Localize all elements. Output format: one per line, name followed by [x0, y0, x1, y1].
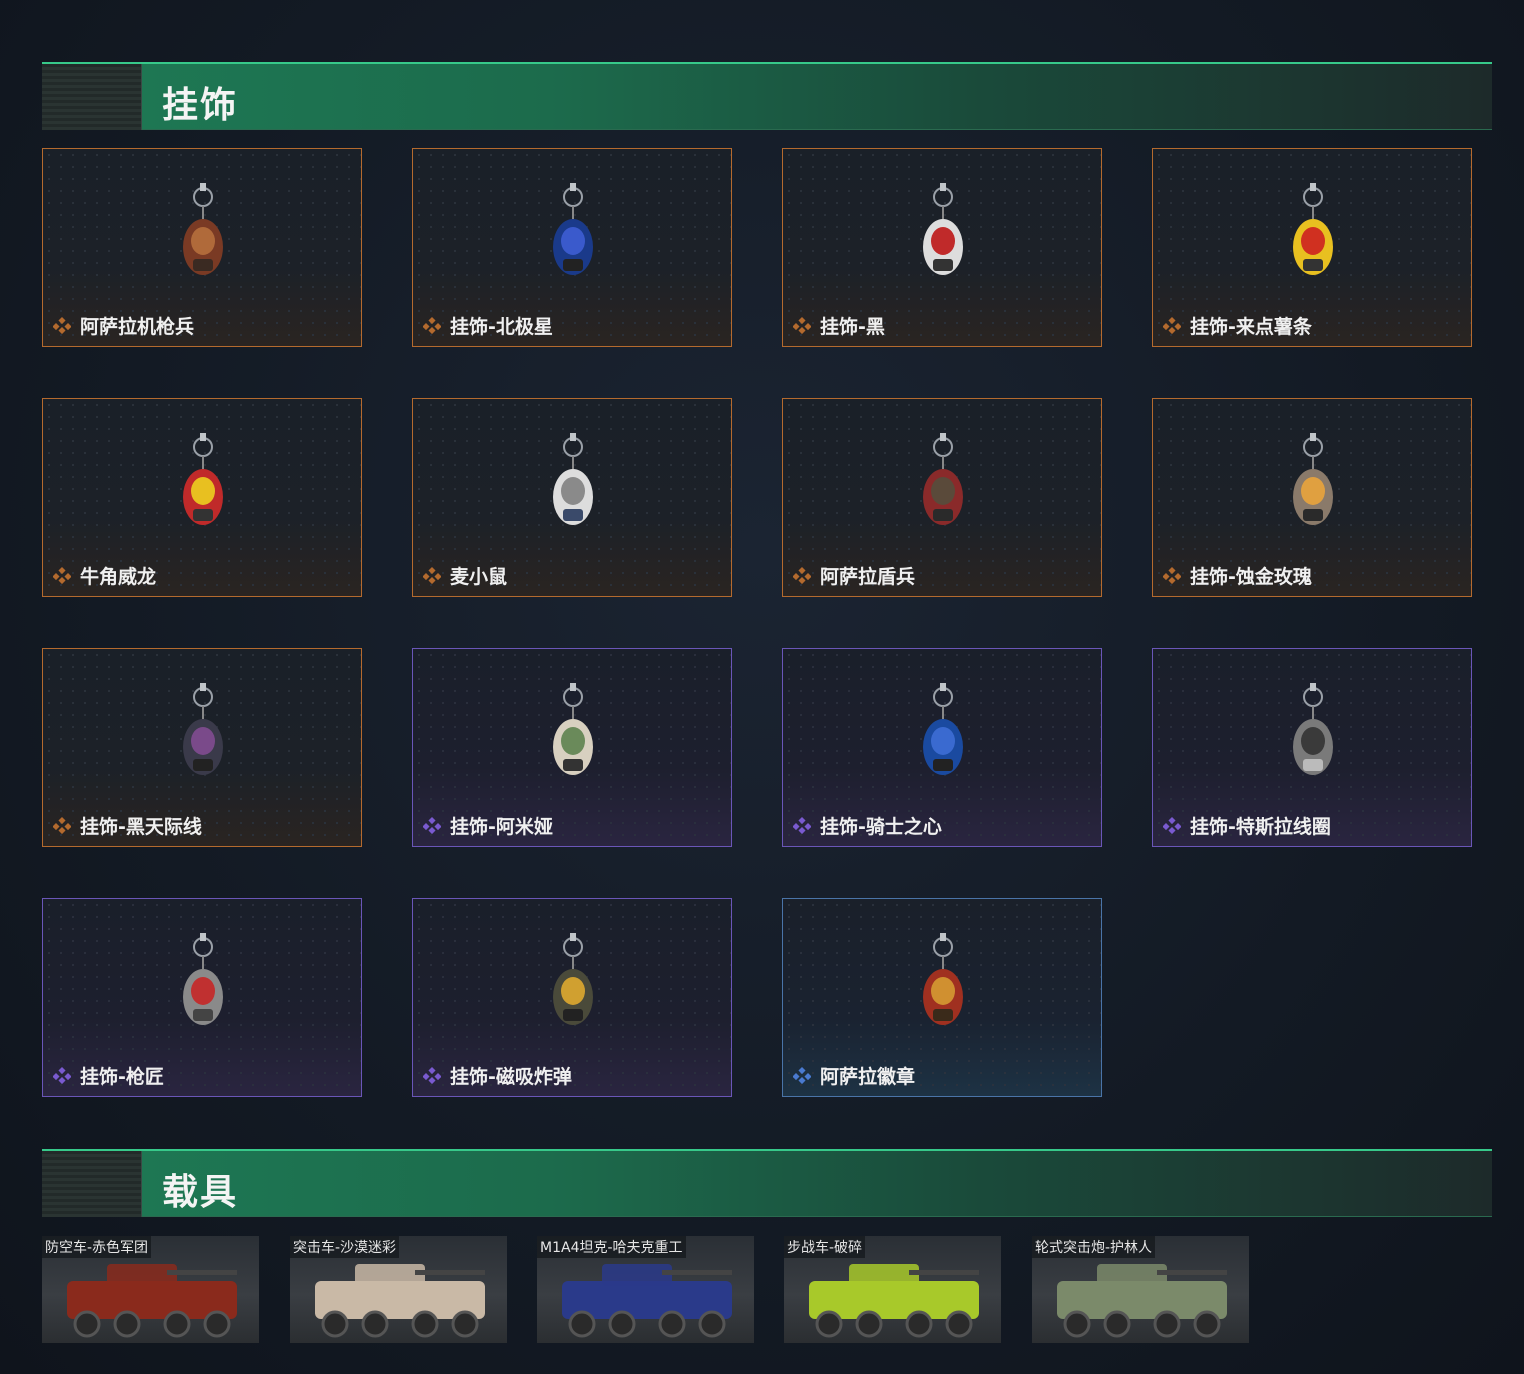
section-header-pendants: 挂饰 [42, 62, 1492, 130]
pendant-card[interactable]: 麦小鼠 [412, 398, 732, 597]
pendant-card[interactable]: 挂饰-蚀金玫瑰 [1152, 398, 1472, 597]
knight-heart-charm-icon [903, 679, 983, 794]
rarity-diamond-icon [792, 1066, 812, 1085]
pendant-card[interactable]: 挂饰-黑天际线 [42, 648, 362, 847]
rarity-diamond-icon [792, 816, 812, 835]
vehicle-name: 步战车-破碎 [784, 1236, 866, 1258]
pendant-card[interactable]: 挂饰-黑 [782, 148, 1102, 347]
rarity-diamond-icon [792, 316, 812, 335]
pendant-name: 挂饰-特斯拉线圈 [1190, 816, 1331, 838]
pendant-card[interactable]: 阿萨拉机枪兵 [42, 148, 362, 347]
pendant-name: 挂饰-黑天际线 [80, 816, 202, 838]
soldier-charm-icon [163, 179, 243, 294]
rarity-diamond-icon [52, 566, 72, 585]
polaris-charm-icon [533, 179, 613, 294]
pendant-name: 阿萨拉徽章 [820, 1066, 916, 1088]
rarity-diamond-icon [422, 1066, 442, 1085]
pendant-grid: 阿萨拉机枪兵 挂饰-北极星 挂饰-黑 挂饰-来点薯条 牛角威龙 麦小鼠 阿萨拉盾… [42, 148, 1472, 1098]
pendant-card[interactable]: 挂饰-阿米娅 [412, 648, 732, 847]
vehicle-card[interactable]: 步战车-破碎 [784, 1236, 1001, 1343]
pendant-name: 阿萨拉盾兵 [820, 566, 916, 588]
skyline-charm-icon [163, 679, 243, 794]
black-tag-charm-icon [903, 179, 983, 294]
pendant-name: 挂饰-骑士之心 [820, 816, 942, 838]
pendant-name: 挂饰-阿米娅 [450, 816, 553, 838]
pendant-name: 牛角威龙 [80, 566, 157, 588]
gold-rose-charm-icon [1273, 429, 1353, 544]
pendant-name: 阿萨拉机枪兵 [80, 316, 195, 338]
pendant-name: 挂饰-蚀金玫瑰 [1190, 566, 1312, 588]
vehicle-name: 防空车-赤色军团 [42, 1236, 152, 1258]
vehicle-card[interactable]: M1A4坦克-哈夫克重工 [537, 1236, 754, 1343]
pendant-name: 麦小鼠 [450, 566, 508, 588]
shield-soldier-charm-icon [903, 429, 983, 544]
pendant-name: 挂饰-黑 [820, 316, 885, 338]
vehicle-name: 突击车-沙漠迷彩 [290, 1236, 400, 1258]
pendant-card[interactable]: 挂饰-北极星 [412, 148, 732, 347]
rarity-diamond-icon [1162, 316, 1182, 335]
rarity-diamond-icon [52, 816, 72, 835]
pendant-card[interactable]: 阿萨拉盾兵 [782, 398, 1102, 597]
vehicle-card[interactable]: 轮式突击炮-护林人 [1032, 1236, 1249, 1343]
mouse-charm-icon [533, 429, 613, 544]
asala-badge-charm-icon [903, 929, 983, 1044]
section-title: 挂饰 [162, 85, 239, 126]
rarity-diamond-icon [1162, 566, 1182, 585]
pendant-card[interactable]: 阿萨拉徽章 [782, 898, 1102, 1097]
pendant-name: 挂饰-来点薯条 [1190, 316, 1312, 338]
pendant-card[interactable]: 挂饰-特斯拉线圈 [1152, 648, 1472, 847]
header-stub [42, 1151, 142, 1217]
vehicle-name: 轮式突击炮-护林人 [1032, 1236, 1156, 1258]
pendant-card[interactable]: 挂饰-磁吸炸弹 [412, 898, 732, 1097]
rarity-diamond-icon [1162, 816, 1182, 835]
section-header-vehicles: 载具 [42, 1149, 1492, 1217]
pendant-card[interactable]: 挂饰-骑士之心 [782, 648, 1102, 847]
pendant-name: 挂饰-北极星 [450, 316, 553, 338]
section-title: 载具 [162, 1172, 239, 1213]
pendant-name: 挂饰-磁吸炸弹 [450, 1066, 572, 1088]
vehicle-card[interactable]: 突击车-沙漠迷彩 [290, 1236, 507, 1343]
vehicle-name: M1A4坦克-哈夫克重工 [537, 1236, 686, 1258]
rarity-diamond-icon [422, 316, 442, 335]
tesla-coil-charm-icon [1273, 679, 1353, 794]
fries-charm-icon [1273, 179, 1353, 294]
rarity-diamond-icon [422, 566, 442, 585]
header-stub [42, 64, 142, 130]
rarity-diamond-icon [52, 1066, 72, 1085]
rarity-diamond-icon [792, 566, 812, 585]
magnetic-bomb-charm-icon [533, 929, 613, 1044]
vehicle-card[interactable]: 防空车-赤色军团 [42, 1236, 259, 1343]
pendant-name: 挂饰-枪匠 [80, 1066, 164, 1088]
gunsmith-charm-icon [163, 929, 243, 1044]
rarity-diamond-icon [52, 316, 72, 335]
pendant-card[interactable]: 挂饰-来点薯条 [1152, 148, 1472, 347]
pendant-card[interactable]: 牛角威龙 [42, 398, 362, 597]
horned-dragon-charm-icon [163, 429, 243, 544]
amiya-charm-icon [533, 679, 613, 794]
rarity-diamond-icon [422, 816, 442, 835]
pendant-card[interactable]: 挂饰-枪匠 [42, 898, 362, 1097]
